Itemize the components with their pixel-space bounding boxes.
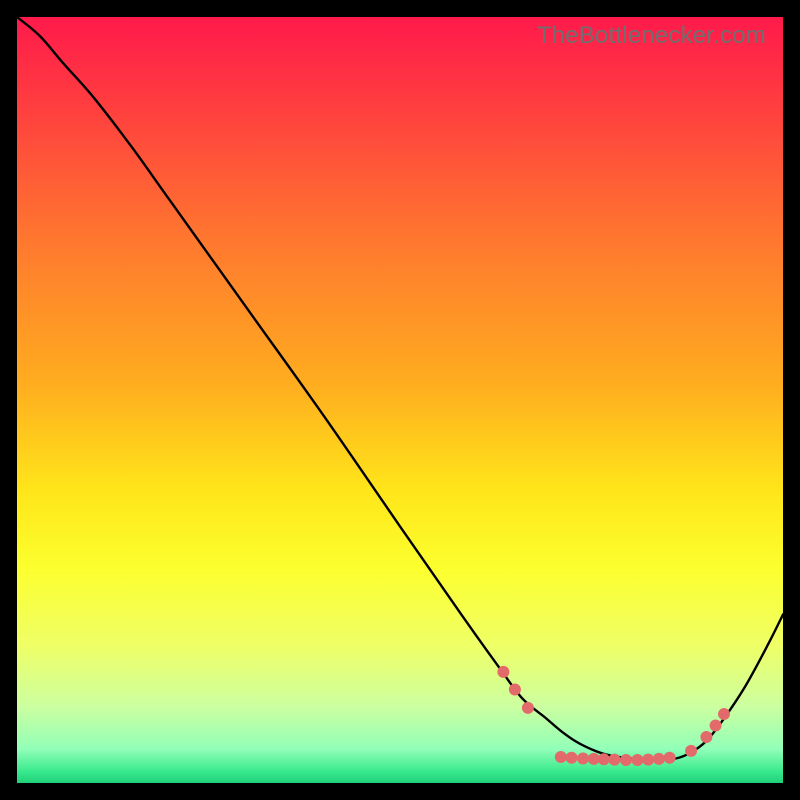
marker-dot <box>555 751 567 763</box>
marker-dot <box>497 666 509 678</box>
marker-dot <box>608 754 620 766</box>
chart-svg <box>17 17 783 783</box>
marker-dot <box>631 754 643 766</box>
marker-dot <box>620 754 632 766</box>
gradient-background <box>17 17 783 783</box>
marker-dot <box>700 731 712 743</box>
marker-dot <box>718 708 730 720</box>
marker-dot <box>653 753 665 765</box>
marker-dot <box>664 752 676 764</box>
marker-dot <box>522 702 534 714</box>
marker-dot <box>577 752 589 764</box>
marker-dot <box>509 684 521 696</box>
chart-frame: TheBottlenecker.com <box>14 14 786 786</box>
marker-dot <box>642 754 654 766</box>
marker-dot <box>685 745 697 757</box>
marker-dot <box>566 752 578 764</box>
marker-dot <box>710 720 722 732</box>
marker-dot <box>598 753 610 765</box>
